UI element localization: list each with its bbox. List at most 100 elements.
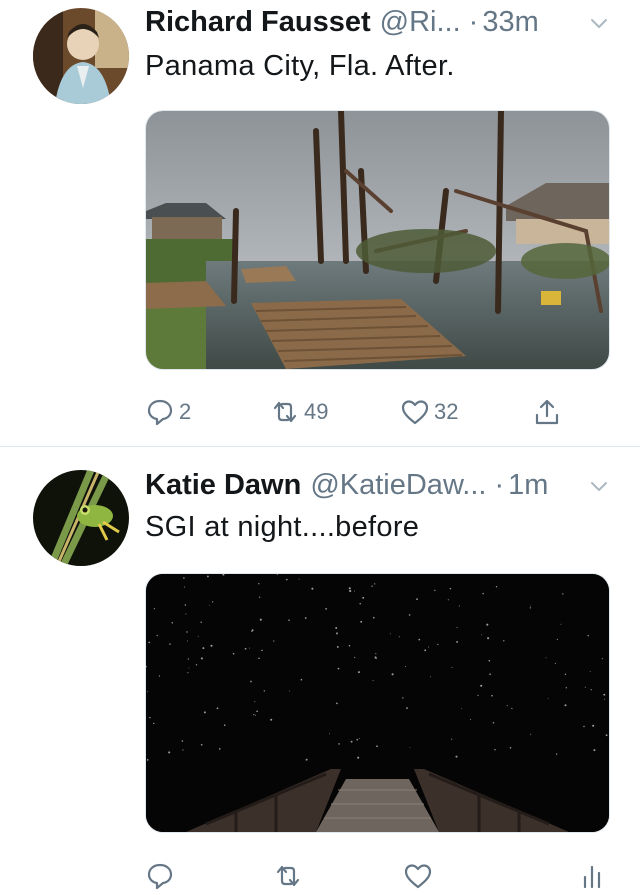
tweet-timestamp[interactable]: 33m <box>482 6 538 39</box>
star <box>416 598 418 600</box>
star <box>555 753 558 755</box>
star <box>477 694 479 696</box>
star <box>298 578 300 580</box>
chevron-down-icon[interactable] <box>588 12 610 34</box>
like-button[interactable] <box>403 858 433 894</box>
star <box>169 643 171 645</box>
night-boardwalk-photo <box>146 574 609 832</box>
star <box>492 721 495 724</box>
star <box>565 687 567 689</box>
like-button[interactable]: 32 <box>400 394 458 430</box>
star <box>547 697 549 699</box>
star <box>593 749 596 752</box>
tweet-photo[interactable] <box>145 573 610 833</box>
retweet-button[interactable]: 49 <box>270 394 328 430</box>
retweet-button[interactable] <box>273 858 303 894</box>
star <box>223 724 226 726</box>
star <box>449 587 452 590</box>
star <box>564 673 567 675</box>
star <box>451 666 453 668</box>
star <box>335 627 338 629</box>
star <box>216 707 219 710</box>
star <box>232 652 235 655</box>
tweet-1[interactable]: Richard Fausset @Ri... · 33m Panama City… <box>0 0 640 446</box>
tweet-text: Panama City, Fla. After. <box>145 50 455 82</box>
star <box>529 607 532 609</box>
author-avatar[interactable] <box>33 8 129 104</box>
star <box>147 691 149 693</box>
star <box>211 601 214 603</box>
star <box>488 659 491 662</box>
tweet-timestamp[interactable]: 1m <box>508 469 548 502</box>
star <box>256 710 258 713</box>
star <box>171 622 174 624</box>
star <box>583 725 585 728</box>
tweet-header: Katie Dawn @KatieDaw... · 1m <box>145 467 620 503</box>
star <box>375 653 377 655</box>
reply-button[interactable] <box>145 858 175 894</box>
tweet-2[interactable]: Katie Dawn @KatieDaw... · 1m SGI at nigh… <box>0 447 640 895</box>
star <box>590 689 592 691</box>
star <box>197 635 199 637</box>
star <box>253 713 255 716</box>
reply-button[interactable]: 2 <box>145 394 191 430</box>
star <box>336 645 339 648</box>
author-avatar[interactable] <box>33 470 129 566</box>
retweet-icon <box>273 401 297 423</box>
star <box>458 605 460 607</box>
author-name[interactable]: Richard Fausset <box>145 6 371 39</box>
star <box>428 646 429 648</box>
star <box>601 658 603 660</box>
analytics-icon <box>583 865 601 889</box>
star <box>360 620 363 623</box>
star <box>149 716 151 719</box>
star <box>481 634 483 636</box>
star <box>357 671 361 674</box>
star <box>182 749 184 751</box>
retweet-count: 49 <box>304 399 329 424</box>
star <box>255 714 257 716</box>
star <box>587 634 589 637</box>
star <box>258 583 260 585</box>
star <box>288 690 290 692</box>
separator-dot: · <box>494 468 505 501</box>
star <box>584 686 586 688</box>
heart-icon <box>401 400 429 425</box>
tweet-photo[interactable] <box>145 110 610 370</box>
star <box>183 577 185 579</box>
author-handle[interactable]: @Ri... <box>380 6 461 39</box>
star <box>218 748 221 750</box>
star <box>270 718 273 721</box>
share-icon <box>535 399 559 425</box>
star <box>156 634 158 637</box>
separator-dot: · <box>468 5 479 38</box>
star <box>560 623 562 625</box>
star <box>184 604 187 606</box>
star <box>251 630 253 632</box>
star <box>418 638 421 641</box>
chevron-down-icon[interactable] <box>588 475 610 497</box>
storm-damage-photo <box>146 111 609 369</box>
star <box>489 673 491 675</box>
star <box>486 623 489 626</box>
star <box>509 747 512 749</box>
star <box>447 599 449 601</box>
star <box>495 586 498 588</box>
star <box>376 745 378 748</box>
like-count: 32 <box>434 399 459 424</box>
star <box>288 619 290 621</box>
star <box>530 733 532 735</box>
star <box>208 604 210 606</box>
star <box>592 724 595 727</box>
star <box>187 672 189 674</box>
share-button[interactable] <box>532 394 562 430</box>
analytics-button[interactable] <box>577 858 607 894</box>
star <box>437 643 439 646</box>
author-name[interactable]: Katie Dawn <box>145 469 301 502</box>
star <box>153 608 156 610</box>
star <box>348 587 351 590</box>
star <box>424 649 427 652</box>
star <box>325 608 327 610</box>
author-handle[interactable]: @KatieDaw... <box>310 469 486 502</box>
star <box>338 743 340 745</box>
